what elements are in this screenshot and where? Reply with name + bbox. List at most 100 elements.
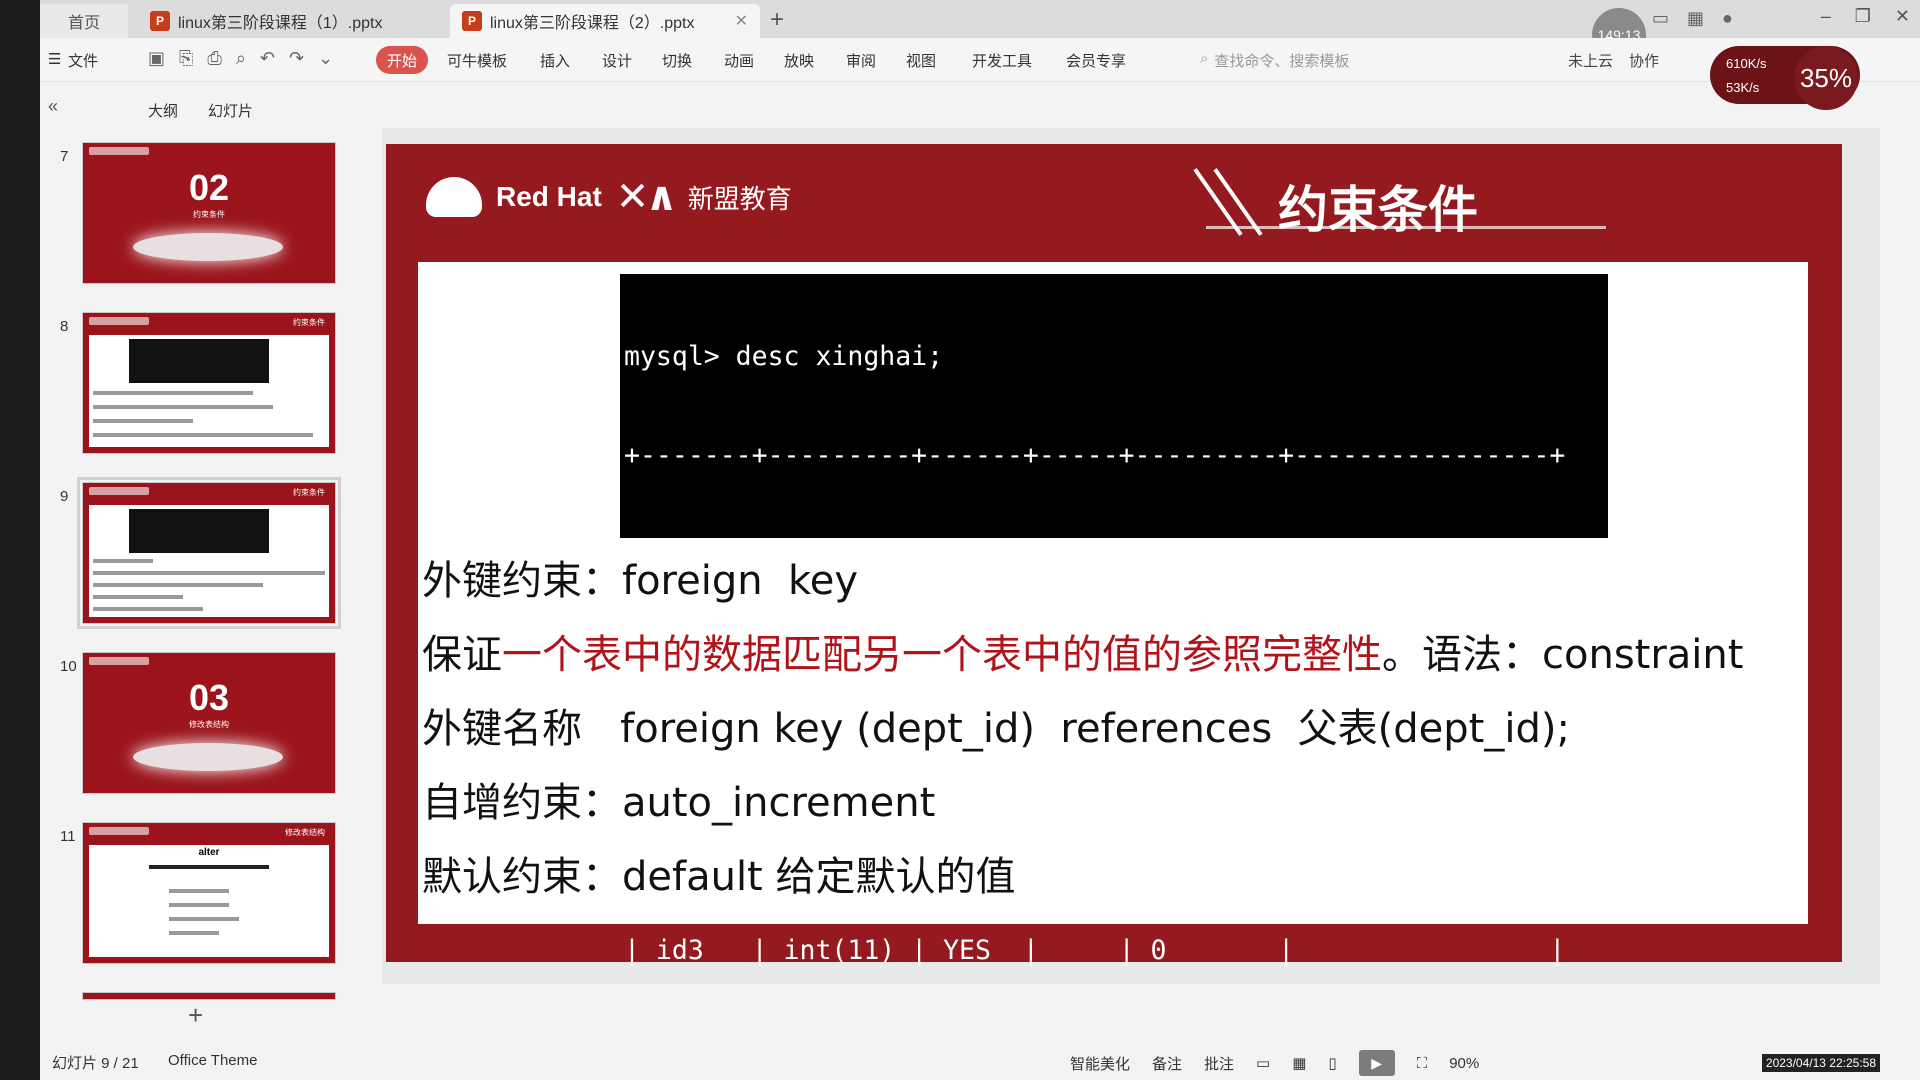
slide-thumbnail-12-partial[interactable] <box>82 992 336 1000</box>
beautify-button[interactable]: 智能美化 <box>1070 1053 1130 1074</box>
pptx-icon: P <box>150 11 170 31</box>
cloud-status[interactable]: 未上云 <box>1568 50 1613 71</box>
redo-icon[interactable]: ↷ <box>289 48 304 69</box>
thumb-section-number: 02 <box>188 167 230 208</box>
redhat-logo-icon <box>426 177 482 217</box>
fit-icon[interactable]: ⛶ <box>1417 1055 1428 1072</box>
tab-developer[interactable]: 开发工具 <box>972 50 1032 71</box>
brand-redhat: Red Hat <box>496 181 602 212</box>
save-icon[interactable]: ▣ <box>148 48 165 69</box>
default-line: 默认约束：default 给定默认的值 <box>422 854 1016 900</box>
slide-thumbnail-10[interactable]: 03 修改表结构 <box>82 652 336 794</box>
thumb-title: 约束条件 <box>293 318 325 327</box>
normal-view-icon[interactable]: ▭ <box>1256 1054 1270 1072</box>
add-slide-button[interactable]: + <box>188 1000 203 1031</box>
download-speed: 53K/s <box>1726 80 1760 95</box>
thumb-content: alter <box>89 845 329 957</box>
terminal-line: mysql> desc xinghai; <box>624 341 944 372</box>
slide-thumbnail-9[interactable]: 约束条件 <box>77 477 341 629</box>
thumb-title: 修改表结构 <box>285 828 325 837</box>
thumb-text-line <box>93 391 253 395</box>
tab-doc2-label: linux第三阶段课程（2）.pptx <box>490 15 695 32</box>
slide-pane-header: « 大纲 幻灯片 <box>40 92 380 128</box>
desc-prefix: 保证 <box>422 632 502 678</box>
thumb-number: 9 <box>60 488 69 505</box>
usage-percent: 35% <box>1794 46 1858 110</box>
slide-counter: 幻灯片 9 / 21 <box>52 1055 139 1072</box>
collapse-pane-icon[interactable]: « <box>48 96 58 117</box>
window-controls: – ❐ ✕ <box>1821 6 1910 27</box>
thumb-logo <box>89 657 149 665</box>
thumb-text-line <box>93 607 203 611</box>
play-icon[interactable]: ▶ <box>1358 1050 1395 1076</box>
tab-home-label: 首页 <box>67 15 100 32</box>
thumb-title: 约束条件 <box>293 488 325 497</box>
network-speed-badge: 610K/s 53K/s 35% <box>1710 46 1860 110</box>
thumb-text-line <box>93 419 193 423</box>
slide-thumbnail-11[interactable]: 修改表结构 alter <box>82 822 336 964</box>
xinmeng-logo-icon: ✕∧ <box>615 175 678 219</box>
notes-button[interactable]: 备注 <box>1152 1053 1182 1074</box>
tab-view[interactable]: 视图 <box>906 50 936 71</box>
tab-review[interactable]: 审阅 <box>846 50 876 71</box>
terminal-line: +-------+---------+------+-----+--------… <box>624 440 1566 471</box>
slide-thumbnail-7[interactable]: 02 约束条件 <box>82 142 336 284</box>
tab-doc2[interactable]: P linux第三阶段课程（2）.pptx ✕ <box>450 4 760 38</box>
tab-templates[interactable]: 可牛模板 <box>447 50 507 71</box>
system-clock: 2023/04/13 22:25:58 <box>1761 1054 1880 1072</box>
apps-grid-icon[interactable]: ▦ <box>1687 8 1704 29</box>
print-icon[interactable]: ⎙ <box>207 48 221 69</box>
thumb-logo <box>89 317 149 325</box>
tab-slideshow[interactable]: 放映 <box>784 50 814 71</box>
thumb-number: 7 <box>60 148 69 165</box>
close-window-icon[interactable]: ✕ <box>1895 6 1910 27</box>
reading-view-icon[interactable]: ▯ <box>1328 1054 1336 1072</box>
undo-icon[interactable]: ↶ <box>260 48 275 69</box>
thumb-text-line <box>169 903 229 907</box>
tab-outline[interactable]: 大纲 <box>148 100 178 121</box>
thumb-logo <box>89 147 149 155</box>
thumb-stage <box>133 743 283 771</box>
upload-speed: 610K/s <box>1726 56 1767 71</box>
pptx-icon: P <box>462 11 482 31</box>
thumb-number: 8 <box>60 318 69 335</box>
brand-xinmeng: 新盟教育 <box>687 183 792 214</box>
tab-member[interactable]: 会员专享 <box>1066 50 1126 71</box>
slide-thumbnail-8[interactable]: 约束条件 <box>82 312 336 454</box>
menu-icon[interactable]: ☰ <box>48 50 61 68</box>
status-bar: 幻灯片 9 / 21 Office Theme 智能美化 备注 批注 ▭ ▦ ▯… <box>40 1044 1920 1080</box>
foreign-key-syntax: 外键名称 foreign key (dept_id) references 父表… <box>422 706 1570 752</box>
sorter-view-icon[interactable]: ▦ <box>1292 1054 1306 1072</box>
tab-doc1[interactable]: P linux第三阶段课程（1）.pptx <box>138 4 438 38</box>
tab-home[interactable]: 首页 <box>40 4 128 38</box>
zoom-level[interactable]: 90% <box>1449 1055 1479 1072</box>
desc-highlight: 一个表中的数据匹配另一个表中的值的参照完整性 <box>502 632 1382 678</box>
current-slide[interactable]: Red Hat ✕∧ 新盟教育 约束条件 mysql> desc xinghai… <box>386 144 1842 1065</box>
thumb-section-title: 修改表结构 <box>189 720 229 729</box>
export-icon[interactable]: ⎘ <box>179 48 193 69</box>
command-search[interactable]: ⌕ 查找命令、搜索模板 <box>1200 50 1349 71</box>
tab-slides[interactable]: 幻灯片 <box>208 100 253 121</box>
comment-button[interactable]: 批注 <box>1204 1053 1234 1074</box>
tab-transition[interactable]: 切换 <box>662 50 692 71</box>
tab-design[interactable]: 设计 <box>602 50 632 71</box>
preview-icon[interactable]: ⌕ <box>236 48 246 69</box>
more-icon[interactable]: ⌄ <box>318 48 333 69</box>
close-tab-icon[interactable]: ✕ <box>735 11 748 31</box>
minimize-icon[interactable]: – <box>1821 6 1831 27</box>
file-menu[interactable]: 文件 <box>68 50 98 71</box>
window-layout-icon[interactable]: ▭ <box>1652 8 1669 29</box>
slide-title: 约束条件 <box>1278 182 1478 238</box>
thumb-text-line <box>169 889 229 893</box>
avatar[interactable]: ● <box>1722 8 1733 29</box>
new-tab-button[interactable]: + <box>770 6 784 34</box>
thumb-section-title: 约束条件 <box>193 210 225 219</box>
thumb-logo <box>89 487 149 495</box>
tab-insert[interactable]: 插入 <box>540 50 570 71</box>
status-controls: 智能美化 备注 批注 ▭ ▦ ▯ ▶ ⛶ 90% <box>1070 1050 1479 1076</box>
collab-button[interactable]: 协作 <box>1629 50 1659 71</box>
top-icon-group: ▭ ▦ ● <box>1652 8 1733 29</box>
tab-animation[interactable]: 动画 <box>724 50 754 71</box>
tab-start[interactable]: 开始 <box>376 46 428 74</box>
restore-icon[interactable]: ❐ <box>1855 6 1871 27</box>
